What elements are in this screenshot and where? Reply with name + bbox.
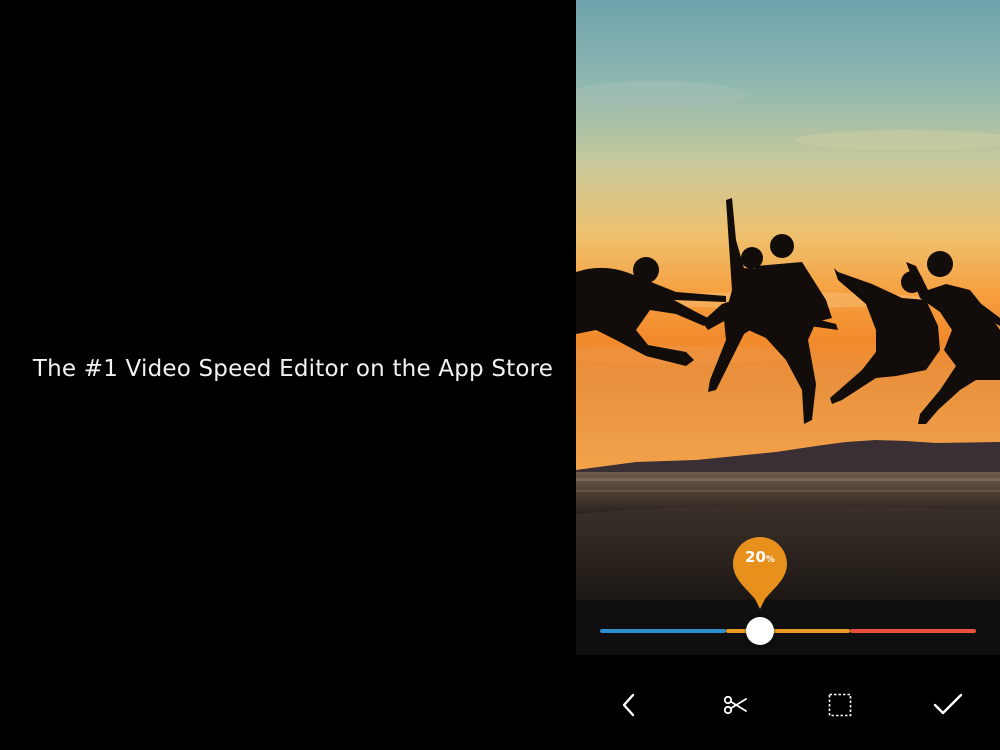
sunset-photo [576, 0, 1000, 600]
slow-range-track[interactable] [600, 629, 726, 633]
video-preview[interactable] [576, 0, 1000, 600]
editor-panel: 20% [576, 0, 1000, 750]
crop-frame-icon [828, 693, 852, 717]
scissors-icon [723, 695, 747, 715]
promo-tagline: The #1 Video Speed Editor on the App Sto… [32, 356, 554, 382]
promo-panel: The #1 Video Speed Editor on the App Sto… [0, 0, 576, 750]
chevron-left-icon [622, 693, 635, 717]
checkmark-icon [933, 693, 963, 715]
done-button[interactable] [928, 685, 968, 725]
speed-slider-handle[interactable] [746, 617, 774, 645]
back-button[interactable] [609, 685, 649, 725]
normal-range-track[interactable] [726, 629, 850, 633]
editor-toolbar [576, 655, 1000, 750]
trim-button[interactable] [716, 685, 756, 725]
crop-button[interactable] [820, 685, 860, 725]
speed-slider[interactable] [576, 600, 1000, 655]
fast-range-track[interactable] [850, 629, 976, 633]
speed-value-label: 20% [745, 548, 775, 566]
